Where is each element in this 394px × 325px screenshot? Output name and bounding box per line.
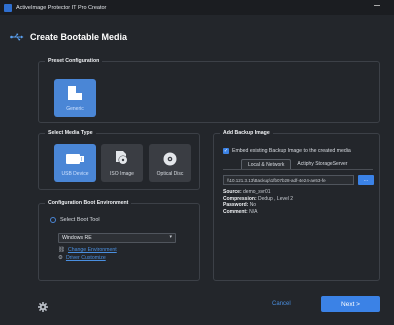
change-environment-link[interactable]: ⛓ Change Environment xyxy=(58,247,117,253)
embed-backup-checkbox[interactable]: ✓ Embed existing Backup Image to the cre… xyxy=(223,148,351,154)
driver-customize-link[interactable]: ⚙ Driver Customize xyxy=(58,255,106,261)
iso-image-icon xyxy=(116,151,128,165)
generic-icon xyxy=(68,86,82,100)
checkbox-check-icon[interactable]: ✓ xyxy=(223,148,229,154)
preset-panel-title: Preset Configuration xyxy=(45,58,103,64)
preset-tile-label: Generic xyxy=(66,106,84,112)
boot-panel-title: Configuration Boot Environment xyxy=(45,200,132,206)
backup-source-tabs: Local & Network Actiphy StorageServer xyxy=(241,159,353,169)
radio-label: Select Boot Tool xyxy=(60,217,100,223)
radio-icon[interactable] xyxy=(50,217,56,223)
embed-backup-label: Embed existing Backup Image to the creat… xyxy=(232,148,351,154)
cancel-button[interactable]: Cancel xyxy=(272,301,291,307)
media-tile-label: USB Device xyxy=(61,171,89,177)
backup-image-panel: Add Backup Image ✓ Embed existing Backup… xyxy=(213,130,380,281)
boot-tool-select-value: Windows RE xyxy=(62,235,92,241)
boot-environment-panel: Configuration Boot Environment Select Bo… xyxy=(38,200,200,281)
next-button[interactable]: Next > xyxy=(321,296,380,312)
media-tile-label: Optical Disc xyxy=(156,171,184,177)
preset-tile-generic[interactable]: Generic xyxy=(54,79,96,117)
boot-tool-select[interactable]: Windows RE ▾ xyxy=(58,233,176,243)
media-tile-usb[interactable]: USB Device xyxy=(54,144,96,182)
change-icon: ⛓ xyxy=(58,247,65,253)
chevron-down-icon: ▾ xyxy=(169,234,172,240)
media-tile-label: ISO Image xyxy=(110,171,134,177)
usb-symbol-icon xyxy=(10,33,24,41)
backup-info: Source: demo_svr01 Compression: Dedup , … xyxy=(223,189,293,215)
driver-customize-label[interactable]: Driver Customize xyxy=(66,255,106,261)
change-environment-label[interactable]: Change Environment xyxy=(68,247,117,253)
page-header: Create Bootable Media xyxy=(10,32,127,42)
tabs-divider xyxy=(223,169,373,170)
title-bar: ActiveImage Protector IT Pro Creator xyxy=(0,0,394,15)
media-tile-optical[interactable]: Optical Disc xyxy=(149,144,191,182)
media-tile-iso[interactable]: ISO Image xyxy=(101,144,143,182)
backup-path-field[interactable]: \\10.121.3.13\Backup\1fb07b28-adf-4e24-a… xyxy=(223,175,354,185)
media-type-panel: Select Media Type USB Device ISO Image O… xyxy=(38,130,200,190)
page-title: Create Bootable Media xyxy=(30,32,128,42)
tab-actiphy-storage-server[interactable]: Actiphy StorageServer xyxy=(291,159,353,169)
tab-local-network[interactable]: Local & Network xyxy=(241,159,292,169)
usb-drive-icon xyxy=(66,154,84,164)
app-icon xyxy=(4,3,12,12)
window-title: ActiveImage Protector IT Pro Creator xyxy=(16,4,107,11)
gear-icon[interactable] xyxy=(38,302,48,312)
optical-disc-icon xyxy=(163,152,177,166)
info-row-comment: Comment: N/A xyxy=(223,208,258,215)
media-panel-title: Select Media Type xyxy=(45,130,96,136)
browse-button[interactable]: ... xyxy=(358,175,374,185)
driver-icon: ⚙ xyxy=(58,255,63,261)
minimize-button[interactable] xyxy=(374,5,380,6)
select-boot-tool-radio[interactable]: Select Boot Tool xyxy=(50,217,100,223)
preset-configuration-panel: Preset Configuration Generic xyxy=(38,58,380,123)
backup-panel-title: Add Backup Image xyxy=(220,130,273,136)
